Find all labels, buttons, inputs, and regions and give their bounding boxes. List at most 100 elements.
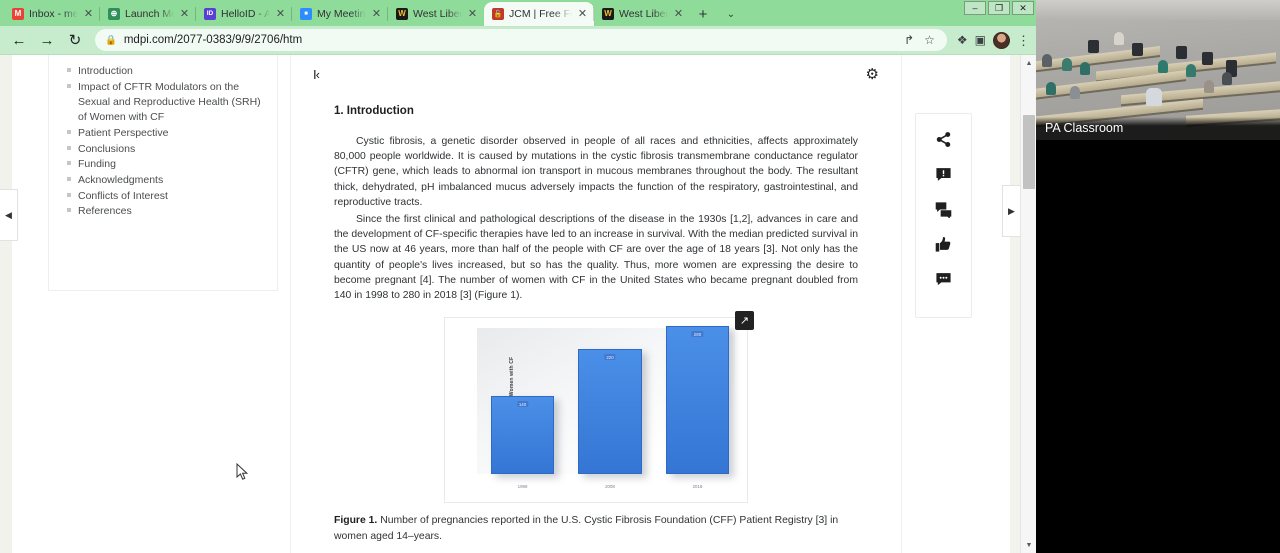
lock-icon: 🔒 [105,34,117,46]
page-right-band [1010,55,1020,553]
close-icon[interactable]: ✕ [275,8,286,20]
sidebar-item-label: Conflicts of Interest [78,189,168,202]
bar-value-label: 140 [516,401,529,408]
close-icon[interactable]: ✕ [179,8,190,20]
sidebar-item-label: Patient Perspective [78,126,169,139]
article-body: 1. Introduction Cystic fibrosis, a genet… [291,85,901,544]
chat-bubble-icon[interactable] [933,268,955,290]
tab-title: JCM | Free Full-Te [509,8,572,20]
lock-icon: 🔓 [492,8,504,20]
new-tab-button[interactable]: + [690,2,716,26]
forward-icon[interactable]: → [34,28,60,52]
sidebar-item-acknowledgments[interactable]: Acknowledgments [59,173,267,188]
browser-tab[interactable]: ⊕ Launch Meeting ✕ [99,2,196,26]
sidebar-item-label: Introduction [78,65,133,77]
tab-title: West Liberty : PA [413,8,462,20]
tab-title: Inbox - meleesa. [29,8,78,20]
sidebar-item-conflicts-of-interest[interactable]: Conflicts of Interest [59,189,267,204]
zoom-empty-area [1036,140,1280,553]
student [1158,60,1168,73]
chart-x-axis: 1998 2008 2018 [491,484,729,489]
sidebar-item-introduction[interactable]: Introduction [59,64,267,79]
close-window-button[interactable]: ✕ [1012,1,1034,15]
menu-kebab-icon[interactable]: ⋮ [1017,34,1030,47]
maximize-button[interactable]: ❐ [988,1,1010,15]
paragraph: Since the first clinical and pathologica… [334,214,858,302]
minimize-button[interactable]: – [964,1,986,15]
figure-caption-label: Figure 1. [334,515,378,527]
figure-1: ↗ Number of Pregnancies in Women with CF… [444,311,754,504]
browser-tab[interactable]: ■ My Meetings - Zo ✕ [291,2,388,26]
video-feed[interactable]: PA Classroom [1036,0,1280,140]
announcement-icon[interactable] [933,163,955,185]
sidebar-item-funding[interactable]: Funding [59,157,267,172]
side-panel-icon[interactable]: ▣ [975,34,986,46]
figure-image[interactable]: Number of Pregnancies in Women with CF 1… [444,317,748,504]
browser-toolbar: ← → ↻ 🔒 mdpi.com/2077-0383/9/9/2706/htm … [0,26,1036,55]
sidebar-item-patient-perspective[interactable]: Patient Perspective [59,126,267,141]
tab-title: West Liberty : Hoi [619,8,668,20]
chair [1202,52,1213,65]
collapse-left-icon[interactable]: I‹ [313,67,320,82]
browser-tab-strip: M Inbox - meleesa. ✕ ⊕ Launch Meeting ✕ … [0,0,1036,26]
comments-icon[interactable] [933,198,955,220]
bookmark-star-icon[interactable]: ☆ [924,34,935,46]
gmail-icon: M [12,8,24,20]
sidebar-item-cftr-modulators[interactable]: Impact of CFTR Modulators on the Sexual … [59,80,267,126]
x-tick-label: 1998 [517,484,528,490]
tab-title: HelloID - Applicat [221,8,270,20]
screen-root: M Inbox - meleesa. ✕ ⊕ Launch Meeting ✕ … [0,0,1280,553]
browser-tab[interactable]: W West Liberty : PA ✕ [387,2,484,26]
student [1070,86,1080,99]
omnibox-actions: ↱ ☆ [904,34,937,46]
next-page-arrow[interactable]: ▶ [1002,185,1020,237]
expand-figure-icon[interactable]: ↗ [735,311,754,331]
extensions-puzzle-icon[interactable]: ❖ [957,34,968,46]
close-icon[interactable]: ✕ [673,8,684,20]
close-icon[interactable]: ✕ [83,8,94,20]
sidebar-item-conclusions[interactable]: Conclusions [59,142,267,157]
browser-tab-active[interactable]: 🔓 JCM | Free Full-Te ✕ [484,2,594,26]
share-icon[interactable] [933,128,955,150]
share-icon[interactable]: ↱ [904,34,914,46]
scrollbar-thumb[interactable] [1023,115,1035,189]
bar: 220 [578,349,642,475]
sidebar-item-references[interactable]: References [59,204,267,219]
browser-tab[interactable]: M Inbox - meleesa. ✕ [4,2,100,26]
globe-icon: ⊕ [108,8,120,20]
thumbs-up-icon[interactable] [933,233,955,255]
chair [1176,46,1187,59]
figure-caption: Figure 1. Number of pregnancies reported… [334,513,860,544]
close-icon[interactable]: ✕ [371,8,382,20]
scroll-down-icon[interactable]: ▼ [1021,537,1036,553]
westliberty-icon: W [396,8,408,20]
sidebar-item-label: Impact of CFTR Modulators on the Sexual … [78,80,261,124]
close-icon[interactable]: ✕ [577,8,588,20]
bar-column: 140 [491,396,555,475]
address-bar[interactable]: 🔒 mdpi.com/2077-0383/9/9/2706/htm ↱ ☆ [95,29,947,51]
x-tick-label: 2008 [605,484,615,490]
profile-avatar[interactable] [993,31,1010,49]
window-controls: – ❐ ✕ [964,1,1034,15]
back-icon[interactable]: ← [6,28,32,52]
article-toolbar: I‹ ⚙ [291,55,901,85]
tab-title: Launch Meeting [125,8,174,20]
reload-icon[interactable]: ↻ [62,28,88,52]
student [1146,88,1162,106]
figure-caption-text: Number of pregnancies reported in the U.… [334,515,839,542]
close-icon[interactable]: ✕ [467,8,478,20]
bar-value-label: 280 [691,331,704,338]
prev-page-arrow[interactable]: ◀ [0,189,18,241]
browser-tab[interactable]: W West Liberty : Hoi ✕ [593,2,690,26]
student [1186,64,1196,77]
x-tick-label: 2018 [692,484,703,490]
scroll-up-icon[interactable]: ▲ [1021,55,1036,71]
chrome-browser-window: M Inbox - meleesa. ✕ ⊕ Launch Meeting ✕ … [0,0,1036,553]
student [1042,54,1052,67]
page-scrollbar[interactable]: ▲ ▼ [1020,55,1036,553]
westliberty-icon: W [602,8,614,20]
gear-icon[interactable]: ⚙ [866,67,879,82]
chevron-down-icon[interactable]: ⌄ [716,2,746,26]
participant-label: PA Classroom [1036,117,1280,140]
browser-tab[interactable]: ID HelloID - Applicat ✕ [195,2,292,26]
